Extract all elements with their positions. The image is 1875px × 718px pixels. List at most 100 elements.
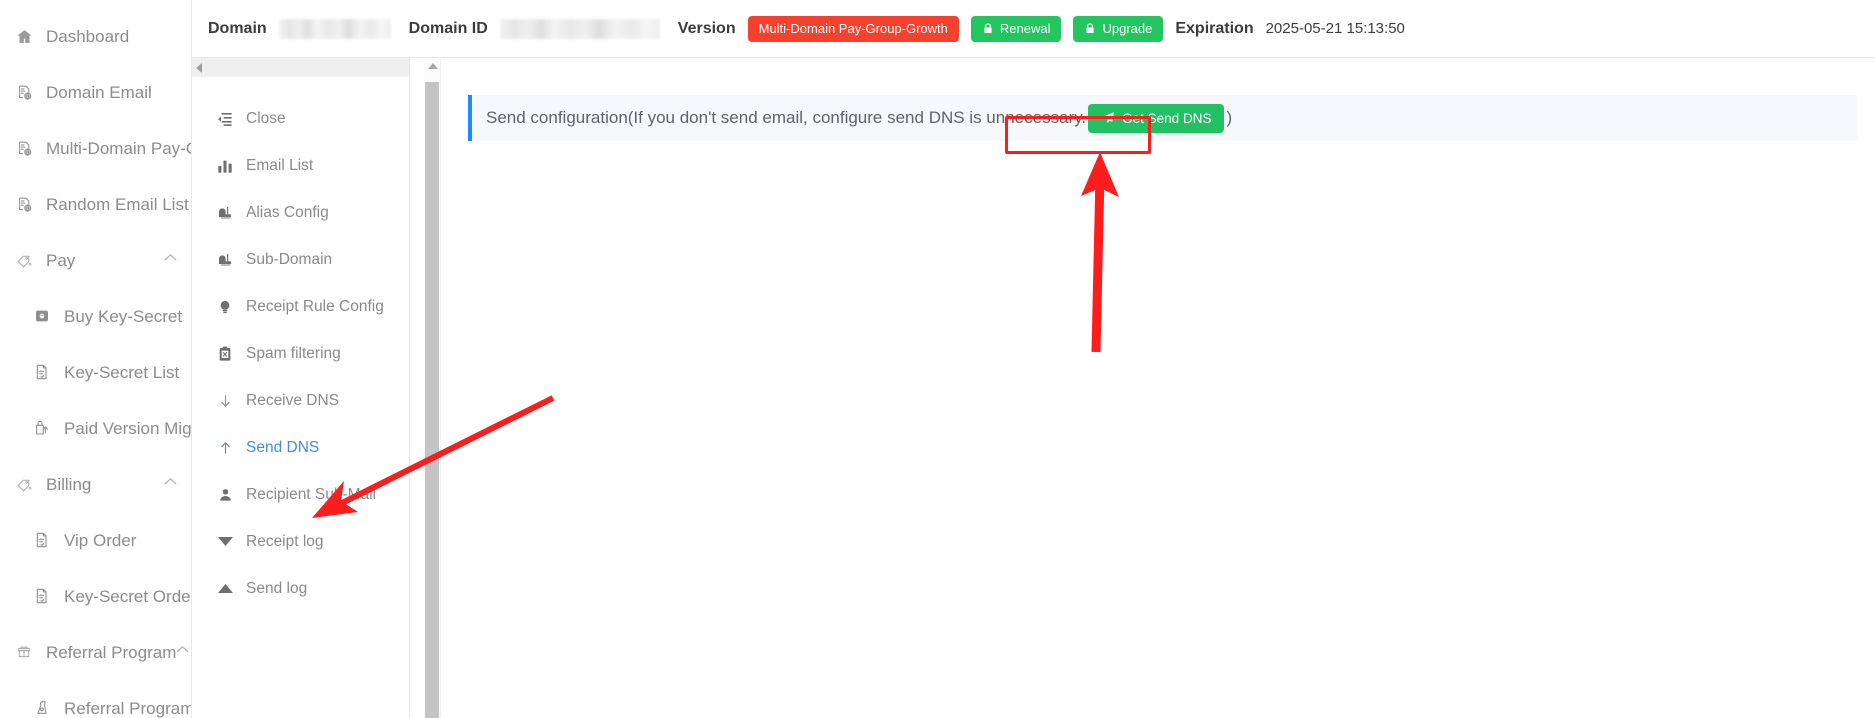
submenu-list: Close Email List Alias Config Sub-Domain… (192, 77, 409, 718)
sidebar-group-billing[interactable]: Billing (0, 456, 191, 512)
sidebar-item-referral-program[interactable]: Referral Program (0, 680, 191, 718)
version-label: Version (677, 19, 736, 37)
submenu-item-label: Receive DNS (246, 391, 340, 409)
content-vertical-scrollbar[interactable] (424, 58, 441, 718)
sidebar-item-label: Vip Order (64, 530, 137, 550)
right-column: Domain Domain ID Version Multi-Domain Pa… (192, 0, 1875, 718)
expiration-label: Expiration (1175, 19, 1254, 37)
sidebar-item-label: Multi-Domain Pay-Group (46, 138, 191, 158)
chevron-up-icon[interactable] (176, 645, 189, 657)
menu-fold-icon (214, 111, 236, 127)
submenu-item-label: Close (246, 109, 286, 127)
triangle-down-icon (214, 536, 236, 547)
sidebar-item-paid-version-migration[interactable]: Paid Version Migration (0, 400, 191, 456)
domain-id-value-redacted (499, 18, 660, 39)
bar-chart-icon (214, 158, 236, 174)
sidebar-group-pay[interactable]: Pay (0, 232, 191, 288)
tag-icon (12, 476, 36, 493)
collapse-left-icon[interactable] (196, 62, 202, 73)
submenu-item-label: Send DNS (246, 438, 320, 456)
alert-text-after: ) (1226, 108, 1233, 127)
sidebar-item-domain-email[interactable]: Domain Email (0, 64, 191, 120)
submenu-item-label: Alias Config (246, 203, 329, 221)
spam-clipboard-icon (214, 346, 236, 362)
sidebar-item-label: Domain Email (46, 82, 152, 102)
domain-email-icon (12, 84, 36, 101)
sidebar-group-label: Pay (46, 250, 76, 270)
doc-check-icon (30, 364, 54, 380)
upload-bag-icon (30, 420, 54, 436)
sidebar-item-label: Paid Version Migration (64, 418, 192, 438)
sidebar-item-key-secret-order[interactable]: Key-Secret Order (0, 568, 191, 624)
submenu-item-email-list[interactable]: Email List (192, 142, 409, 189)
submenu-collapse-bar[interactable] (192, 58, 409, 77)
renewal-button-label: Renewal (999, 21, 1051, 36)
submenu-item-spam-filtering[interactable]: Spam filtering (192, 330, 409, 377)
lock-icon (1084, 22, 1096, 35)
submenu-item-label: Recipient Sub-Mail (246, 485, 377, 503)
sidebar-item-multi-domain-pay-group[interactable]: Multi-Domain Pay-Group (0, 120, 191, 176)
bag-person-icon (30, 700, 54, 716)
get-send-dns-button[interactable]: Get Send DNS (1088, 103, 1225, 133)
doc-check-icon (30, 532, 54, 548)
alert-text-before: Send configuration(If you don't send ema… (486, 108, 1087, 127)
tag-icon (12, 252, 36, 269)
gift-icon (12, 644, 36, 660)
sidebar-item-buy-key-secret[interactable]: Buy Key-Secret (0, 288, 191, 344)
domain-value-redacted (278, 18, 391, 39)
wallet-icon (30, 308, 54, 324)
sidebar-group-referral-program[interactable]: Referral Program (0, 624, 191, 680)
paper-plane-icon (1101, 111, 1115, 125)
submenu-item-send-dns[interactable]: Send DNS (192, 424, 409, 471)
submenu-item-label: Email List (246, 156, 314, 174)
doc-check-icon (30, 588, 54, 604)
sidebar-item-label: Key-Secret List (64, 362, 180, 382)
version-badge: Multi-Domain Pay-Group-Growth (747, 15, 959, 42)
submenu-item-label: Send log (246, 579, 308, 597)
page-body: Close Email List Alias Config Sub-Domain… (192, 58, 1875, 718)
main-content: Send configuration(If you don't send ema… (410, 58, 1875, 718)
submenu-item-label: Spam filtering (246, 344, 341, 362)
mailbox-icon (214, 252, 236, 268)
submenu-item-label: Receipt Rule Config (246, 297, 384, 315)
sidebar-item-vip-order[interactable]: Vip Order (0, 512, 191, 568)
sidebar-item-random-email-list[interactable]: Random Email List (0, 176, 191, 232)
submenu-item-send-log[interactable]: Send log (192, 565, 409, 612)
sidebar-item-label: Dashboard (46, 26, 130, 46)
domain-email-icon (12, 140, 36, 157)
sidebar-item-label: Referral Program (64, 698, 192, 718)
user-icon (214, 487, 236, 503)
submenu-item-receipt-rule-config[interactable]: Receipt Rule Config (192, 283, 409, 330)
sidebar-item-label: Random Email List (46, 194, 189, 214)
arrow-up-icon (214, 440, 236, 456)
chevron-up-icon[interactable] (164, 253, 177, 265)
submenu-item-receipt-log[interactable]: Receipt log (192, 518, 409, 565)
sidebar-item-dashboard[interactable]: Dashboard (0, 8, 191, 64)
scroll-up-arrow-icon[interactable] (428, 63, 438, 69)
lock-icon (982, 22, 994, 35)
submenu-item-alias-config[interactable]: Alias Config (192, 189, 409, 236)
submenu-item-recipient-sub-mail[interactable]: Recipient Sub-Mail (192, 471, 409, 518)
scrollbar-thumb[interactable] (425, 82, 439, 718)
domain-header-bar: Domain Domain ID Version Multi-Domain Pa… (192, 0, 1875, 58)
sidebar-group-label: Billing (46, 474, 92, 494)
expiration-value: 2025-05-21 15:13:50 (1265, 20, 1405, 37)
sidebar-item-key-secret-list[interactable]: Key-Secret List (0, 344, 191, 400)
upgrade-button[interactable]: Upgrade (1073, 15, 1164, 42)
home-icon (12, 28, 36, 45)
send-configuration-alert: Send configuration(If you don't send ema… (468, 95, 1857, 141)
submenu-item-label: Sub-Domain (246, 250, 333, 268)
domain-id-label: Domain ID (408, 19, 488, 37)
submenu-item-receive-dns[interactable]: Receive DNS (192, 377, 409, 424)
chevron-up-icon[interactable] (164, 477, 177, 489)
bulb-icon (214, 299, 236, 315)
main-sidebar: Dashboard Domain Email Multi-Domain Pay-… (0, 0, 192, 718)
submenu-item-label: Receipt log (246, 532, 324, 550)
submenu-item-sub-domain[interactable]: Sub-Domain (192, 236, 409, 283)
sidebar-item-label: Buy Key-Secret (64, 306, 183, 326)
domain-label: Domain (208, 19, 267, 37)
triangle-up-icon (214, 583, 236, 594)
arrow-down-icon (214, 393, 236, 409)
renewal-button[interactable]: Renewal (970, 15, 1062, 42)
submenu-item-close[interactable]: Close (192, 95, 409, 142)
